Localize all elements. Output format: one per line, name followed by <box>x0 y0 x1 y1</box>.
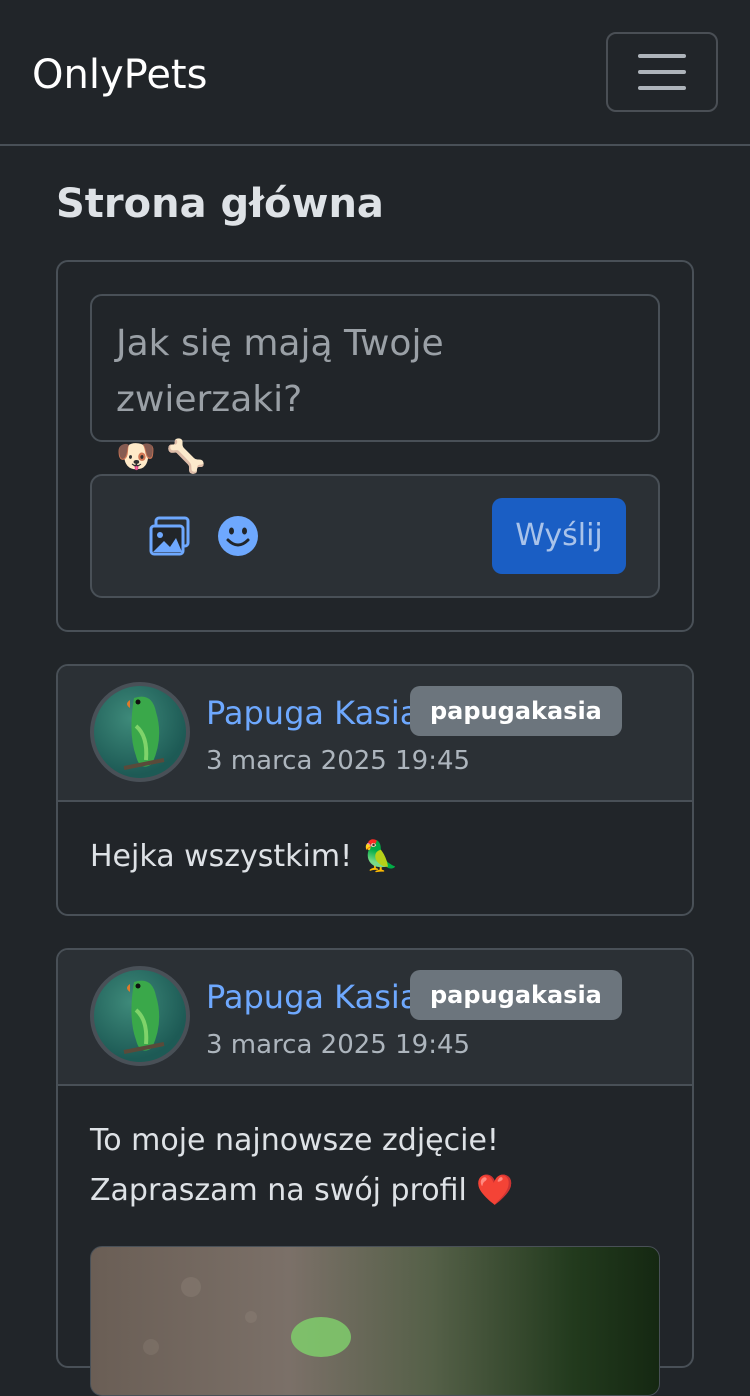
post-text: Hejka wszystkim! 🦜 <box>90 839 400 874</box>
post-header: Papuga Kasia papugakasia 3 marca 2025 19… <box>58 666 692 802</box>
hamburger-icon <box>638 86 686 90</box>
brand-logo[interactable]: OnlyPets <box>32 50 207 100</box>
avatar[interactable] <box>90 966 190 1066</box>
send-button[interactable]: Wyślij <box>492 498 626 574</box>
menu-toggle-button[interactable] <box>606 32 718 112</box>
username-badge: papugakasia <box>410 970 622 1020</box>
post-text: To moje najnowsze zdjęcie! Zapraszam na … <box>90 1123 514 1208</box>
post-header: Papuga Kasia papugakasia 3 marca 2025 19… <box>58 950 692 1086</box>
smiley-icon[interactable] <box>216 514 260 558</box>
image-icon[interactable] <box>148 514 192 558</box>
post-textarea[interactable]: Jak się mają Twoje zwierzaki? 🐶 🦴 <box>90 294 660 475</box>
hamburger-icon <box>638 70 686 74</box>
author-name[interactable]: Papuga Kasia <box>206 976 419 1018</box>
author-name[interactable]: Papuga Kasia <box>206 692 419 734</box>
composer-toolbar: Wyślij <box>90 474 660 598</box>
hamburger-icon <box>638 54 686 58</box>
post-textarea-placeholder: Jak się mają Twoje zwierzaki? <box>116 323 444 420</box>
avatar[interactable] <box>90 682 190 782</box>
post-date: 3 marca 2025 19:45 <box>206 746 471 776</box>
post-image[interactable] <box>90 1246 660 1396</box>
post-card: Papuga Kasia papugakasia 3 marca 2025 19… <box>56 948 694 1396</box>
placeholder-emojis: 🐶 🦴 <box>116 437 206 475</box>
post-card: Papuga Kasia papugakasia 3 marca 2025 19… <box>56 664 694 916</box>
navbar: OnlyPets <box>0 0 750 146</box>
post-date: 3 marca 2025 19:45 <box>206 1030 471 1060</box>
page-title: Strona główna <box>56 181 384 227</box>
username-badge: papugakasia <box>410 686 622 736</box>
post-composer: Jak się mają Twoje zwierzaki? 🐶 🦴 Wyślij <box>56 260 694 632</box>
